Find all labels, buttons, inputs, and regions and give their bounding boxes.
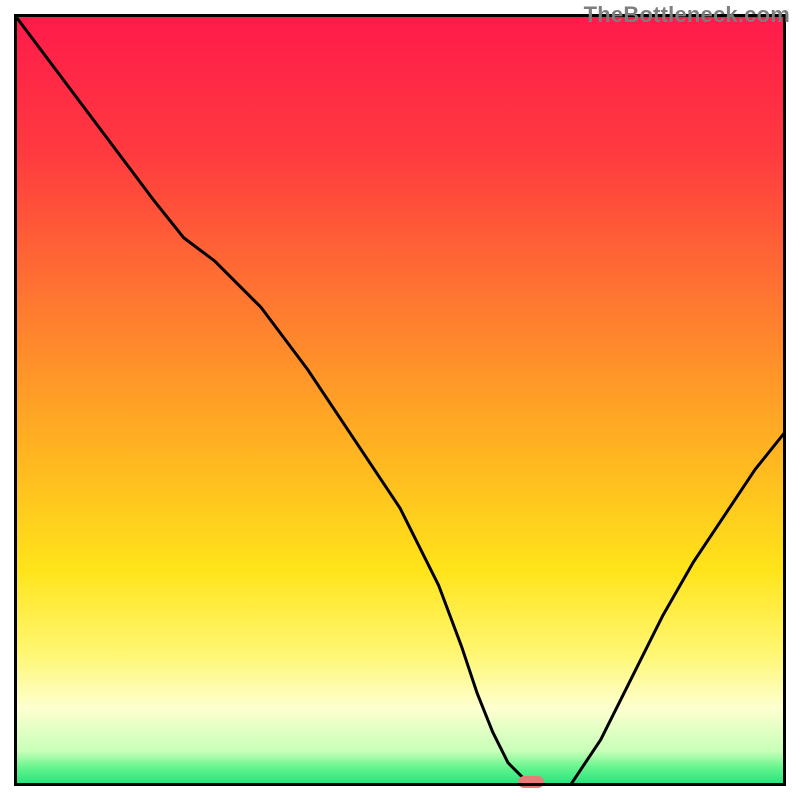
watermark-text: TheBottleneck.com	[584, 2, 790, 28]
plot-area	[14, 14, 786, 786]
bottleneck-chart: TheBottleneck.com	[0, 0, 800, 800]
optimal-point-marker	[518, 776, 544, 788]
bottleneck-curve	[14, 14, 786, 786]
